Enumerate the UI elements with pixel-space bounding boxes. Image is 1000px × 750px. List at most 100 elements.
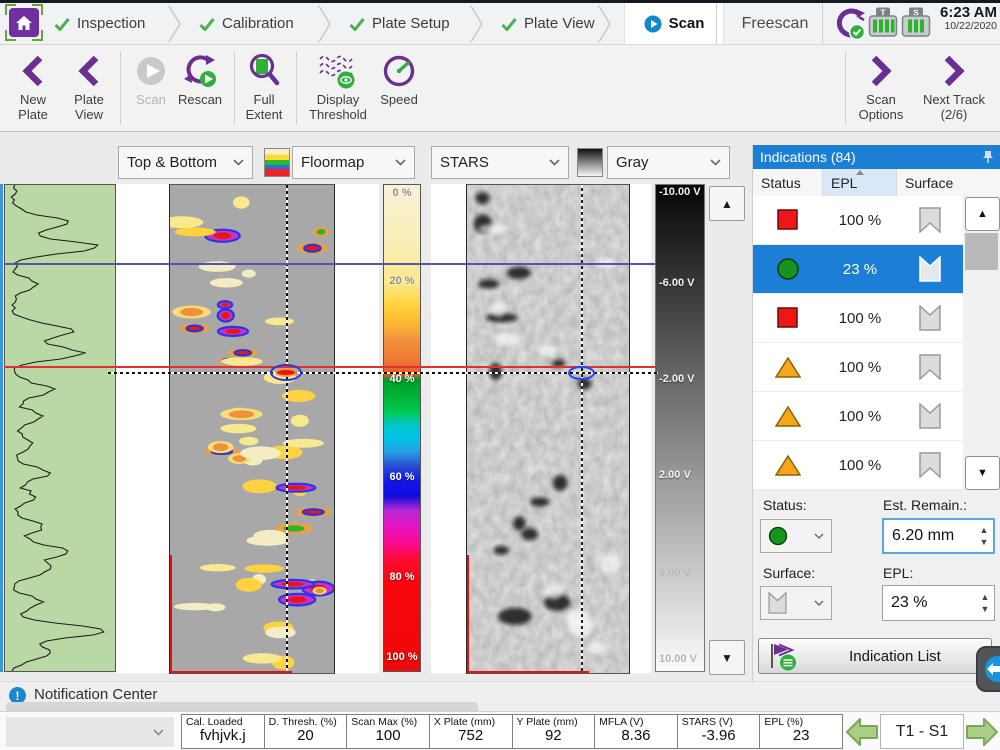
status-dropdown[interactable] [760, 519, 832, 553]
arrow-right-icon [966, 717, 998, 747]
spin-down-icon[interactable]: ▼ [980, 538, 989, 547]
freescan-button[interactable]: Freescan [717, 3, 833, 44]
amber-triangle-status-icon [775, 454, 801, 477]
epl-cell: 100 % [823, 392, 897, 440]
notification-center-label: Notification Center [34, 686, 157, 703]
right-palette-select[interactable]: Gray [607, 146, 730, 179]
scan-button[interactable]: Scan [126, 50, 176, 128]
arrow-down-icon: ▼ [977, 467, 988, 479]
plate-view-button[interactable]: Plate View [62, 50, 116, 128]
stars-red-edge [467, 671, 589, 673]
notification-tab-bar [6, 702, 478, 711]
breadcrumb-separator [470, 3, 484, 44]
step-scan[interactable]: Scan [624, 3, 724, 44]
floormap-image[interactable] [169, 184, 335, 674]
arrow-up-icon: ▲ [977, 208, 988, 220]
indications-table: 100 % 23 % 100 % 100 % [753, 196, 963, 490]
scale-label: 2.00 V [659, 469, 691, 481]
left-palette-select[interactable]: Floormap [292, 146, 415, 179]
stars-image[interactable] [466, 184, 630, 674]
percent-color-scale: 0 % 20 % 40 % 60 % 80 % 100 % [383, 184, 421, 672]
toolbar-divider [296, 51, 297, 125]
next-track-arrow-button[interactable] [966, 716, 998, 748]
scan-options-button[interactable]: Scan Options [850, 50, 912, 128]
epl-spinner[interactable]: 23 % ▲ ▼ [882, 585, 995, 621]
left-view-select[interactable]: Top & Bottom [118, 146, 253, 179]
surface-cell [897, 294, 963, 342]
spin-down-icon[interactable]: ▼ [981, 605, 990, 614]
viewer-scroll-down-button[interactable]: ▼ [709, 640, 745, 675]
readout-cal-loaded: Cal. Loadedfvhjvk.j [181, 714, 265, 749]
step-calibration[interactable]: Calibration [193, 3, 300, 44]
table-row[interactable]: 100 % [753, 196, 963, 245]
step-plate-setup[interactable]: Plate Setup [343, 3, 456, 44]
table-row-selected[interactable]: 23 % [753, 245, 963, 294]
table-row[interactable]: 100 % [753, 343, 963, 392]
full-extent-button[interactable]: Full Extent [236, 50, 292, 128]
amplitude-waveform [5, 185, 115, 671]
right-view-select[interactable]: STARS [431, 146, 569, 179]
epl-value: 23 % [883, 594, 976, 612]
viewer-scroll-up-button[interactable]: ▲ [709, 186, 745, 221]
step-inspection[interactable]: Inspection [48, 3, 151, 44]
statusbar-dropdown[interactable] [6, 717, 174, 747]
floormap-palette-icon [264, 148, 290, 177]
right-palette-value: Gray [616, 154, 649, 171]
step-label: Calibration [222, 15, 294, 32]
table-row[interactable]: 100 % [753, 392, 963, 441]
indications-header: Indications (84) [753, 145, 1000, 169]
clock-time: 6:23 AM [931, 5, 997, 21]
sensor-status-icon [829, 8, 867, 40]
plate-view-label: Plate View [62, 92, 116, 122]
speed-button[interactable]: Speed [372, 50, 426, 128]
next-track-button[interactable]: Next Track (2/6) [916, 50, 992, 128]
scroll-up-button[interactable]: ▲ [965, 197, 1000, 231]
display-threshold-button[interactable]: Display Threshold [298, 50, 378, 128]
pin-icon[interactable] [982, 150, 994, 164]
table-row[interactable]: 100 % [753, 294, 963, 343]
scroll-thumb[interactable] [965, 233, 998, 270]
toolbar-divider [120, 51, 121, 125]
rescan-label: Rescan [178, 92, 222, 107]
surface-dropdown[interactable] [760, 586, 832, 620]
status-bar: Cal. Loadedfvhjvk.j D. Thresh. (%)20 Sca… [0, 711, 1000, 750]
surface-cell [897, 392, 963, 440]
surface-top-icon [919, 354, 941, 380]
est-remain-label: Est. Remain.: [883, 497, 967, 513]
column-header-epl[interactable]: EPL [823, 169, 897, 196]
chevron-left-icon [19, 50, 47, 92]
new-plate-button[interactable]: New Plate [6, 50, 60, 128]
indication-list-button[interactable]: Indication List [758, 638, 992, 674]
surface-bottom-icon [919, 256, 941, 282]
previous-track-arrow-button[interactable] [846, 716, 878, 748]
purple-cursor-line [4, 263, 656, 265]
table-row[interactable]: 100 % [753, 441, 963, 490]
epl-detail-label: EPL: [883, 565, 913, 581]
est-remain-spinner[interactable]: 6.20 mm ▲▼ [882, 518, 995, 554]
play-icon [135, 50, 167, 92]
chevron-down-icon [153, 729, 164, 736]
step-plate-view[interactable]: Plate View [495, 3, 601, 44]
column-header-status[interactable]: Status [753, 169, 823, 196]
surface-top-icon [919, 207, 941, 233]
spin-up-icon[interactable]: ▲ [981, 593, 990, 602]
rescan-button[interactable]: Rescan [170, 50, 230, 128]
floormap-red-edge [170, 555, 172, 673]
check-icon [199, 17, 215, 31]
remote-access-icon[interactable] [976, 646, 1000, 692]
surface-bottom-icon [919, 305, 941, 331]
epl-cell: 100 % [823, 294, 897, 342]
home-button[interactable] [7, 6, 41, 39]
amplitude-strip[interactable] [4, 184, 116, 672]
floormap-red-edge [170, 671, 292, 673]
readout-stars: STARS (V)-3.96 [677, 714, 761, 749]
spin-up-icon[interactable]: ▲ [980, 526, 989, 535]
surface-cell [897, 441, 963, 489]
scroll-down-button[interactable]: ▼ [965, 456, 1000, 490]
main-toolbar: New Plate Plate View Scan Rescan [0, 45, 1000, 132]
column-header-surface[interactable]: Surface [897, 169, 963, 196]
top-navigation-bar: Inspection Calibration Plate Setup Plate… [0, 0, 1000, 45]
check-icon [501, 17, 517, 31]
chevron-left-icon [75, 50, 103, 92]
chevron-down-icon [814, 600, 824, 606]
